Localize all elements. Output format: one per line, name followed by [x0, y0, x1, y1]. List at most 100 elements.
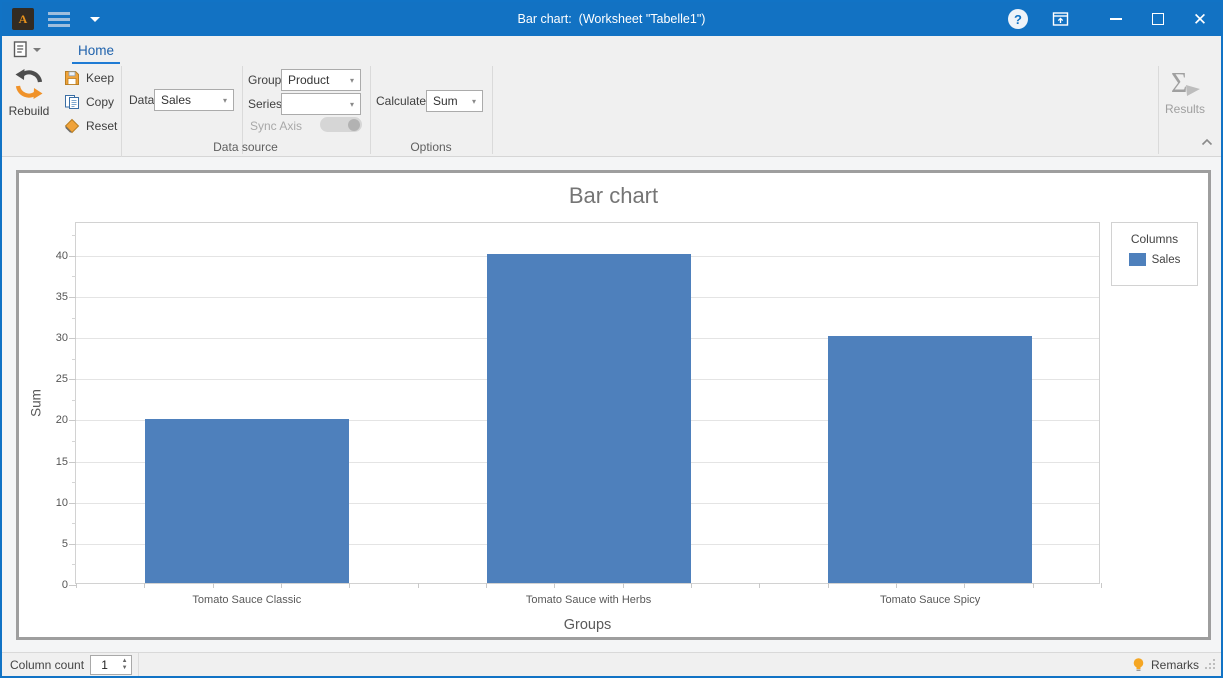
ribbon-app-menu-button[interactable]: [12, 40, 41, 59]
x-axis-tick: [896, 583, 897, 588]
legend-title: Columns: [1131, 232, 1178, 246]
chart-panel: Bar chart Sum 0510152025303540Tomato Sau…: [16, 170, 1211, 640]
y-axis-minor-tick: [72, 523, 76, 524]
bar-tomato-sauce-classic[interactable]: [145, 419, 349, 584]
x-axis-tick: [759, 583, 760, 588]
series-combobox[interactable]: ▾: [281, 93, 361, 115]
y-axis-minor-tick: [72, 276, 76, 277]
copy-button[interactable]: Copy: [60, 90, 118, 114]
results-label: Results: [1165, 102, 1205, 116]
calculate-combobox[interactable]: Sum ▾: [426, 90, 483, 112]
chart-legend: Columns Sales: [1111, 222, 1198, 286]
statusbar-right: Remarks: [1132, 657, 1221, 673]
bar-tomato-sauce-with-herbs[interactable]: [487, 254, 691, 583]
separator: [1158, 66, 1159, 154]
column-count-spinner[interactable]: 1 ▲ ▼: [90, 655, 132, 675]
y-axis-minor-tick: [72, 441, 76, 442]
svg-text:Σ: Σ: [1171, 68, 1187, 99]
resize-grip[interactable]: [1205, 659, 1217, 671]
spinner-arrows[interactable]: ▲ ▼: [118, 656, 131, 674]
ribbon: Home Rebuild Keep: [2, 36, 1221, 157]
group-caption-options: Options: [370, 140, 492, 154]
spinner-up-icon[interactable]: ▲: [122, 658, 128, 665]
series-field-label: Series: [248, 93, 282, 115]
close-button[interactable]: ✕: [1179, 2, 1221, 36]
y-axis-minor-tick: [72, 318, 76, 319]
calculate-field-label: Calculate: [376, 90, 426, 112]
column-count-value: 1: [91, 656, 118, 674]
collapse-ribbon-chevron-icon[interactable]: [1201, 138, 1213, 146]
group-caption-data-source: Data source: [121, 140, 370, 154]
remarks-label[interactable]: Remarks: [1151, 658, 1199, 672]
y-axis-tick-label: 35: [28, 291, 68, 303]
x-axis-title: Groups: [75, 617, 1100, 633]
data-field-label: Data: [129, 89, 154, 111]
x-axis-tick: [554, 583, 555, 588]
y-axis-tick-label: 15: [28, 456, 68, 468]
y-axis-minor-tick: [72, 400, 76, 401]
document-menu-icon: [12, 40, 30, 59]
y-axis-tick-label: 40: [28, 250, 68, 262]
x-axis-tick: [964, 583, 965, 588]
dock-panel-button[interactable]: [1039, 2, 1081, 36]
titlebar-dropdown-icon[interactable]: [90, 17, 100, 22]
tab-home[interactable]: Home: [72, 38, 120, 64]
x-axis-tick: [281, 583, 282, 588]
x-axis-category-label: Tomato Sauce Classic: [76, 594, 418, 606]
rebuild-refresh-icon: [11, 66, 47, 102]
y-axis-tick: [69, 462, 76, 463]
separator: [492, 66, 493, 154]
x-axis-category-label: Tomato Sauce with Herbs: [418, 594, 760, 606]
y-axis-tick-label: 5: [28, 538, 68, 550]
chevron-down-icon: [33, 48, 41, 52]
plot-area: Sum 0510152025303540Tomato Sauce Classic…: [75, 222, 1100, 584]
rebuild-label: Rebuild: [9, 104, 50, 118]
y-axis-minor-tick: [72, 235, 76, 236]
sync-axis-label: Sync Axis: [250, 115, 302, 137]
bar-tomato-sauce-spicy[interactable]: [828, 336, 1032, 583]
spinner-down-icon[interactable]: ▼: [122, 665, 128, 672]
sync-axis-toggle[interactable]: [320, 117, 362, 132]
group-combobox-value: Product: [288, 73, 344, 87]
x-axis-tick: [349, 583, 350, 588]
y-axis-tick: [69, 544, 76, 545]
y-axis-minor-tick: [72, 564, 76, 565]
x-axis-tick: [144, 583, 145, 588]
dock-panel-icon: [1052, 11, 1069, 27]
hamburger-menu-icon[interactable]: [48, 12, 70, 27]
x-axis-category-label: Tomato Sauce Spicy: [759, 594, 1101, 606]
chart-title: Bar chart: [19, 183, 1208, 209]
y-axis-tick-label: 25: [28, 373, 68, 385]
copy-label: Copy: [86, 95, 114, 109]
window-controls: ? ✕: [997, 2, 1221, 36]
y-axis-minor-tick: [72, 359, 76, 360]
group-combobox[interactable]: Product ▾: [281, 69, 361, 91]
y-axis-tick-label: 30: [28, 332, 68, 344]
rebuild-button[interactable]: Rebuild: [4, 66, 54, 142]
keep-label: Keep: [86, 71, 114, 85]
main-area: Bar chart Sum 0510152025303540Tomato Sau…: [2, 157, 1221, 652]
y-axis-tick: [69, 585, 76, 586]
legend-swatch: [1129, 253, 1146, 266]
y-axis-tick: [69, 379, 76, 380]
data-combobox[interactable]: Sales ▾: [154, 89, 234, 111]
help-button[interactable]: ?: [997, 2, 1039, 36]
keep-button[interactable]: Keep: [60, 66, 118, 90]
legend-item-sales[interactable]: Sales: [1129, 253, 1181, 266]
x-axis-tick: [691, 583, 692, 588]
y-axis-tick: [69, 297, 76, 298]
results-button[interactable]: Σ Results: [1160, 66, 1210, 142]
chevron-down-icon: ▾: [344, 100, 360, 109]
x-axis-tick: [213, 583, 214, 588]
group-field-label: Group: [248, 69, 281, 91]
app-logo-icon[interactable]: A: [12, 8, 34, 30]
y-axis-tick: [69, 503, 76, 504]
x-axis-tick: [623, 583, 624, 588]
maximize-button[interactable]: [1137, 2, 1179, 36]
reset-button[interactable]: Reset: [60, 114, 121, 138]
y-axis-minor-tick: [72, 482, 76, 483]
minimize-button[interactable]: [1095, 2, 1137, 36]
toggle-knob: [348, 119, 360, 131]
copy-icon: [64, 94, 80, 110]
app-window: A Bar chart: (Worksheet "Tabelle1") ? ✕: [0, 0, 1223, 678]
